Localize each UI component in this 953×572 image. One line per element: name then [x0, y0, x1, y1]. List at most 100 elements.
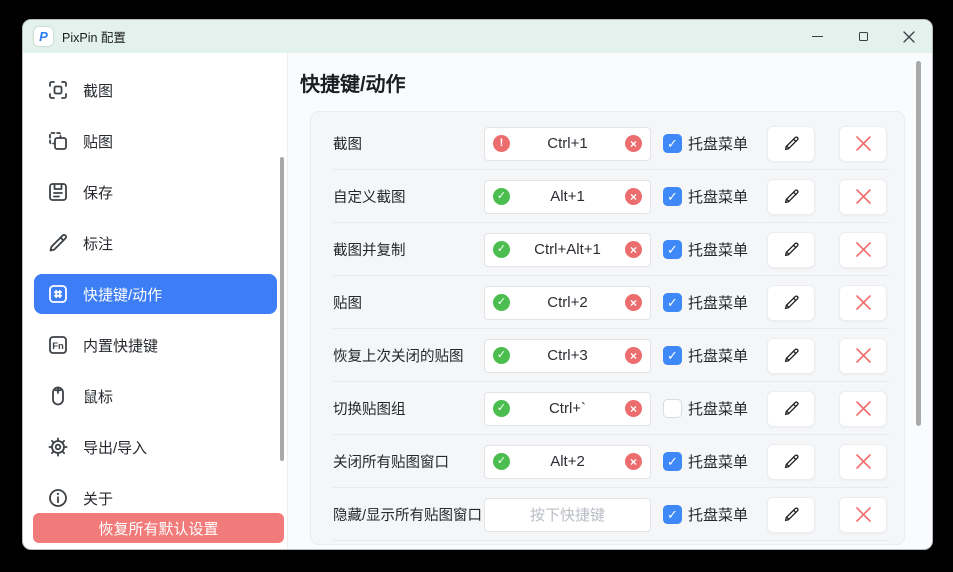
- edit-hotkey-button[interactable]: [767, 232, 815, 268]
- edit-hotkey-button[interactable]: [767, 179, 815, 215]
- hotkey-row: 恢复上次关闭的贴图 ✓ Ctrl+3 × ✓ 托盘菜单: [311, 329, 904, 382]
- hotkey-row: 切换贴图组 ✓ Ctrl+` × 托盘菜单: [311, 382, 904, 435]
- tray-menu-option: ✓ 托盘菜单: [651, 451, 767, 472]
- edit-hotkey-button[interactable]: [767, 285, 815, 321]
- tray-checkbox[interactable]: ✓: [663, 187, 682, 206]
- sidebar-item-about[interactable]: 关于: [34, 478, 277, 518]
- sidebar-item-label: 导出/导入: [83, 437, 147, 458]
- sidebar-item-mouse[interactable]: 鼠标: [34, 376, 277, 416]
- hotkey-input[interactable]: ✓ Ctrl+2 ×: [484, 286, 651, 320]
- minimize-button[interactable]: [794, 20, 840, 53]
- sidebar-item-hotkeys-actions[interactable]: 快捷键/动作: [34, 274, 277, 314]
- hotkey-input[interactable]: ✓ Alt+1 ×: [484, 180, 651, 214]
- edit-hotkey-button[interactable]: [767, 391, 815, 427]
- sidebar-scrollbar-thumb[interactable]: [280, 157, 284, 461]
- tray-menu-option: ✓ 托盘菜单: [651, 345, 767, 366]
- tray-checkbox[interactable]: ✓: [663, 346, 682, 365]
- sidebar-item-export-import[interactable]: 导出/导入: [34, 427, 277, 467]
- tray-menu-option: 托盘菜单: [651, 398, 767, 419]
- edit-hotkey-button[interactable]: [767, 444, 815, 480]
- hotkey-status-icon: ✓: [493, 400, 510, 417]
- delete-x-icon: [855, 347, 872, 364]
- hotkey-clear-icon[interactable]: ×: [625, 135, 642, 152]
- delete-hotkey-button[interactable]: [839, 285, 887, 321]
- window-controls: [794, 20, 932, 53]
- sidebar-item-save[interactable]: 保存: [34, 172, 277, 212]
- hotkey-row-label: 关闭所有贴图窗口: [333, 451, 484, 472]
- main-scrollbar-thumb[interactable]: [916, 61, 921, 426]
- sidebar-item-annotate[interactable]: 标注: [34, 223, 277, 263]
- hotkey-row-label: 自定义截图: [333, 186, 484, 207]
- hotkey-clear-icon[interactable]: ×: [625, 347, 642, 364]
- delete-x-icon: [855, 188, 872, 205]
- page-title: 快捷键/动作: [300, 73, 932, 97]
- tray-checkbox[interactable]: ✓: [663, 505, 682, 524]
- pencil-icon: [782, 187, 801, 206]
- delete-hotkey-button[interactable]: [839, 338, 887, 374]
- tray-menu-option: ✓ 托盘菜单: [651, 292, 767, 313]
- hotkey-clear-icon[interactable]: ×: [625, 294, 642, 311]
- tray-checkbox[interactable]: ✓: [663, 134, 682, 153]
- tray-checkbox[interactable]: ✓: [663, 452, 682, 471]
- delete-hotkey-button[interactable]: [839, 497, 887, 533]
- hotkey-input[interactable]: ✓ Ctrl+3 ×: [484, 339, 651, 373]
- hotkey-clear-icon[interactable]: ×: [625, 453, 642, 470]
- sidebar-item-builtin-hotkeys[interactable]: Fn 内置快捷键: [34, 325, 277, 365]
- pencil-icon: [782, 134, 801, 153]
- delete-hotkey-button[interactable]: [839, 179, 887, 215]
- delete-hotkey-button[interactable]: [839, 232, 887, 268]
- hotkey-input[interactable]: ! Ctrl+1 ×: [484, 127, 651, 161]
- hotkey-row-label: 恢复上次关闭的贴图: [333, 345, 484, 366]
- edit-hotkey-button[interactable]: [767, 126, 815, 162]
- delete-x-icon: [855, 294, 872, 311]
- delete-x-icon: [855, 400, 872, 417]
- hotkey-row: 贴图 ✓ Ctrl+2 × ✓ 托盘菜单: [311, 276, 904, 329]
- hotkey-status-icon: ✓: [493, 241, 510, 258]
- hotkey-input[interactable]: 按下快捷键 ×: [484, 498, 651, 532]
- main-content: 快捷键/动作 截图 ! Ctrl+1 × ✓ 托盘菜单 自定义截图 ✓ Alt+…: [288, 53, 932, 550]
- hotkey-status-icon: ✓: [493, 188, 510, 205]
- hotkey-input[interactable]: ✓ Ctrl+` ×: [484, 392, 651, 426]
- tray-label: 托盘菜单: [688, 345, 748, 366]
- hotkey-clear-icon[interactable]: ×: [625, 400, 642, 417]
- sidebar-item-pin-image[interactable]: 贴图: [34, 121, 277, 161]
- tray-checkbox[interactable]: [663, 399, 682, 418]
- hotkey-value: Ctrl+1: [510, 135, 625, 152]
- pencil-icon: [782, 399, 801, 418]
- hotkey-input[interactable]: ✓ Alt+2 ×: [484, 445, 651, 479]
- pencil-icon: [782, 505, 801, 524]
- edit-hotkey-button[interactable]: [767, 338, 815, 374]
- pixpin-logo-icon: P: [34, 27, 53, 46]
- hotkey-clear-icon[interactable]: ×: [625, 188, 642, 205]
- hotkey-status-icon: ✓: [493, 294, 510, 311]
- hotkey-clear-icon[interactable]: ×: [625, 241, 642, 258]
- window-body: 截图 贴图 保存 标注 快捷键/动作 Fn 内置快捷键 鼠标 导出/导入 关于 …: [23, 53, 932, 550]
- sidebar-item-label: 保存: [83, 182, 113, 203]
- tray-label: 托盘菜单: [688, 398, 748, 419]
- hotkey-value: Ctrl+3: [510, 347, 625, 364]
- close-button[interactable]: [886, 20, 932, 53]
- hotkey-input[interactable]: ✓ Ctrl+Alt+1 ×: [484, 233, 651, 267]
- mouse-icon: [46, 384, 70, 408]
- delete-hotkey-button[interactable]: [839, 126, 887, 162]
- tray-checkbox[interactable]: ✓: [663, 240, 682, 259]
- restore-defaults-button[interactable]: 恢复所有默认设置: [33, 513, 284, 543]
- fn-icon: Fn: [46, 333, 70, 357]
- sidebar-item-screenshot[interactable]: 截图: [34, 70, 277, 110]
- maximize-button[interactable]: [840, 20, 886, 53]
- hotkey-value: Ctrl+Alt+1: [510, 241, 625, 258]
- delete-hotkey-button[interactable]: [839, 391, 887, 427]
- delete-x-icon: [855, 453, 872, 470]
- save-icon: [46, 180, 70, 204]
- tray-checkbox[interactable]: ✓: [663, 293, 682, 312]
- about-icon: [46, 486, 70, 510]
- close-icon: [903, 31, 915, 43]
- edit-hotkey-button[interactable]: [767, 497, 815, 533]
- hotkey-row-label: 截图并复制: [333, 239, 484, 260]
- delete-x-icon: [855, 135, 872, 152]
- hotkey-status-icon: !: [493, 135, 510, 152]
- hotkey-row: 截图 ! Ctrl+1 × ✓ 托盘菜单: [311, 117, 904, 170]
- delete-hotkey-button[interactable]: [839, 444, 887, 480]
- tray-label: 托盘菜单: [688, 504, 748, 525]
- hotkey-status-icon: ✓: [493, 453, 510, 470]
